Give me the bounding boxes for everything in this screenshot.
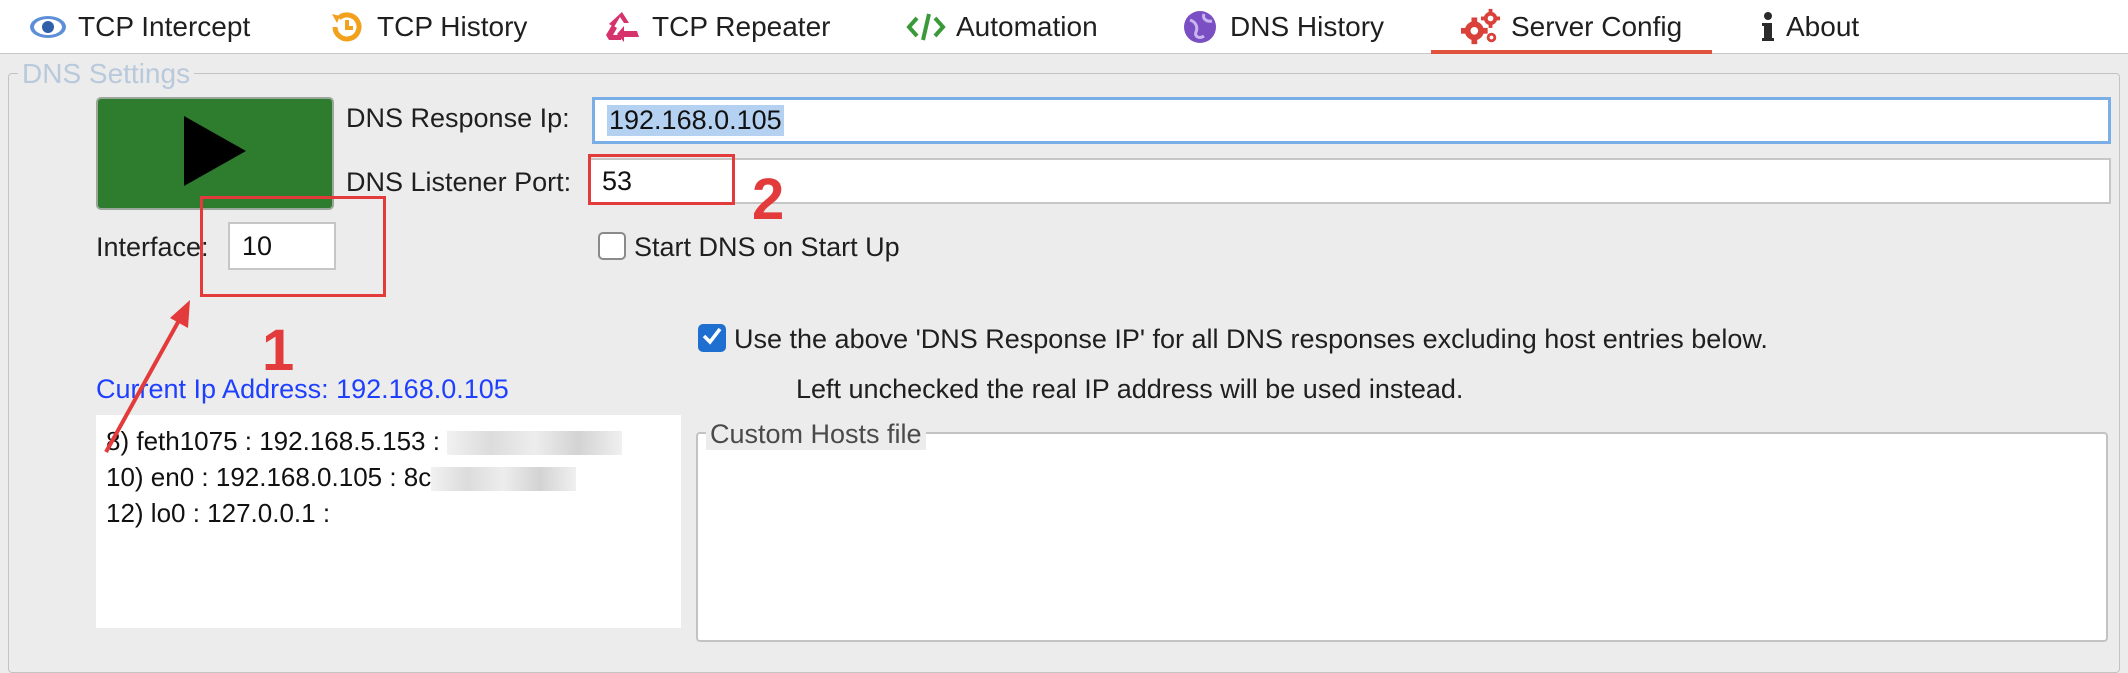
annotation-arrow bbox=[104, 300, 190, 453]
